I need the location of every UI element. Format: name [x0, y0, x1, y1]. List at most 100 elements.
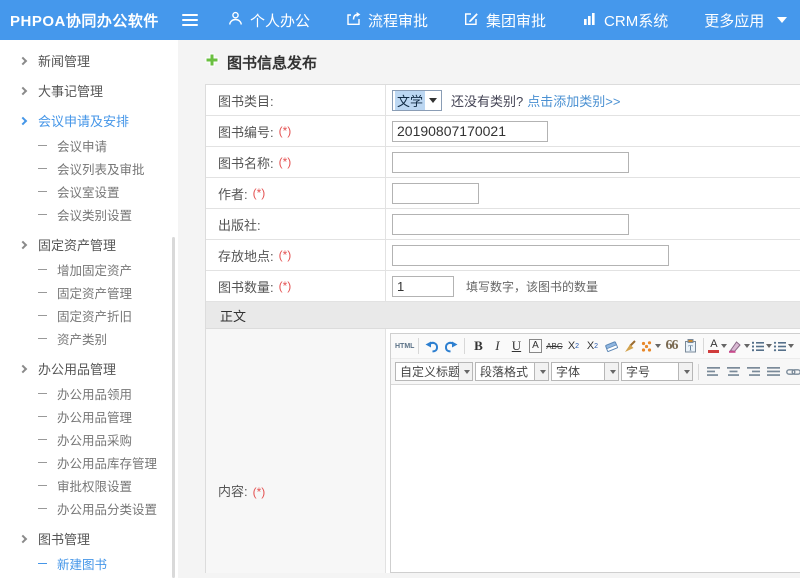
italic-icon[interactable]: I — [488, 336, 506, 356]
dash-icon — [38, 145, 47, 146]
top-item-label: 集团审批 — [486, 10, 546, 31]
align-right-icon[interactable] — [744, 362, 762, 382]
publisher-label: 出版社: — [218, 215, 261, 234]
publisher-input[interactable] — [392, 214, 629, 235]
quantity-input[interactable] — [392, 276, 454, 297]
form-row-location: 存放地点:(*) — [206, 240, 800, 271]
required-mark: (*) — [253, 485, 266, 499]
sidebar-item-meeting-apply[interactable]: 会议申请 — [0, 134, 178, 157]
caret-down-icon — [788, 344, 794, 348]
sidebar-item-supplies-inventory[interactable]: 办公用品库存管理 — [0, 451, 178, 474]
form-row-category: 图书类目: 文学 还没有类别? 点击添加类别>> — [206, 85, 800, 116]
form-row-content: 内容: (*) HTML — [206, 329, 800, 573]
top-item-personal-office[interactable]: 个人办公 — [228, 10, 310, 31]
sidebar-item-meeting-application[interactable]: 会议申请及安排 — [0, 109, 178, 132]
location-input[interactable] — [392, 245, 669, 266]
add-category-link[interactable]: 点击添加类别>> — [527, 91, 620, 110]
sidebar-item-meeting-room-settings[interactable]: 会议室设置 — [0, 180, 178, 203]
caret-down-icon — [684, 370, 690, 374]
sidebar-item-supplies-requisition[interactable]: 办公用品领用 — [0, 382, 178, 405]
caret-down-icon — [610, 370, 616, 374]
svg-text:T: T — [688, 344, 693, 353]
font-family-combobox[interactable]: 字体 — [551, 362, 619, 381]
align-center-icon[interactable] — [724, 362, 742, 382]
book-name-input[interactable] — [392, 152, 629, 173]
font-color-icon[interactable]: A — [708, 336, 727, 356]
unordered-list-icon[interactable] — [773, 336, 794, 356]
auto-typeset-icon[interactable] — [640, 336, 661, 356]
flow-approval-icon — [346, 11, 361, 30]
top-item-more-apps[interactable]: 更多应用 — [704, 10, 787, 31]
strikethrough-icon[interactable]: ABC — [545, 336, 563, 356]
font-border-icon[interactable]: A — [529, 339, 542, 353]
book-no-label: 图书编号: — [218, 122, 274, 141]
custom-heading-combobox[interactable]: 自定义标题 — [395, 362, 473, 381]
form-row-book-no: 图书编号:(*) — [206, 116, 800, 147]
sidebar-item-meeting-category-settings[interactable]: 会议类别设置 — [0, 203, 178, 226]
ordered-list-icon[interactable] — [751, 336, 772, 356]
html-source-icon[interactable]: HTML — [395, 336, 414, 356]
format-brush-icon[interactable] — [621, 336, 639, 356]
chevron-right-icon — [19, 56, 27, 64]
link-icon[interactable] — [784, 362, 800, 382]
book-no-input[interactable] — [392, 121, 548, 142]
redo-icon[interactable] — [442, 336, 460, 356]
top-item-label: 个人办公 — [250, 10, 310, 31]
sidebar-item-supplies-manage[interactable]: 办公用品管理 — [0, 405, 178, 428]
eraser-icon[interactable] — [602, 336, 620, 356]
sidebar-item-book-management[interactable]: 图书管理 — [0, 527, 178, 550]
dash-icon — [38, 485, 47, 486]
sidebar-item-supplies-purchase[interactable]: 办公用品采购 — [0, 428, 178, 451]
superscript-icon[interactable]: X2 — [564, 336, 582, 356]
sidebar-item-new-book[interactable]: 新建图书 — [0, 552, 178, 575]
required-mark: (*) — [279, 279, 292, 293]
chevron-right-icon — [19, 534, 27, 542]
sidebar-item-add-fixed-asset[interactable]: 增加固定资产 — [0, 258, 178, 281]
sidebar-item-news-management[interactable]: 新闻管理 — [0, 49, 178, 72]
highlight-color-icon[interactable] — [728, 336, 750, 356]
hamburger-menu-icon[interactable] — [182, 11, 198, 29]
sidebar-item-fixed-asset-manage[interactable]: 固定资产管理 — [0, 281, 178, 304]
category-label: 图书类目: — [218, 91, 274, 110]
sidebar-item-asset-category[interactable]: 资产类别 — [0, 327, 178, 350]
font-size-combobox[interactable]: 字号 — [621, 362, 693, 381]
required-mark: (*) — [279, 155, 292, 169]
caret-down-icon — [777, 17, 787, 23]
editor-content-area[interactable] — [391, 385, 800, 572]
author-input[interactable] — [392, 183, 479, 204]
underline-icon[interactable]: U — [507, 336, 525, 356]
content-label: 内容: — [218, 484, 248, 499]
paragraph-format-combobox[interactable]: 段落格式 — [475, 362, 549, 381]
undo-icon[interactable] — [423, 336, 441, 356]
top-item-label: 更多应用 — [704, 10, 764, 31]
section-header-body: 正文 — [206, 302, 800, 329]
subscript-icon[interactable]: X2 — [583, 336, 601, 356]
sidebar-item-approval-permission-settings[interactable]: 审批权限设置 — [0, 474, 178, 497]
sidebar-item-fixed-asset-depreciation[interactable]: 固定资产折旧 — [0, 304, 178, 327]
dash-icon — [38, 508, 47, 509]
book-form: 图书类目: 文学 还没有类别? 点击添加类别>> 图书编号:(*) 图书名称:(… — [205, 84, 800, 573]
chevron-right-icon — [19, 240, 27, 248]
sidebar-item-meeting-list-approval[interactable]: 会议列表及审批 — [0, 157, 178, 180]
top-item-group-approval[interactable]: 集团审批 — [464, 10, 546, 31]
align-left-icon[interactable] — [704, 362, 722, 382]
category-select[interactable]: 文学 — [392, 90, 442, 111]
form-row-book-name: 图书名称:(*) — [206, 147, 800, 178]
top-item-crm-system[interactable]: CRM系统 — [582, 10, 668, 31]
align-justify-icon[interactable] — [764, 362, 782, 382]
quantity-hint: 填写数字，该图书的数量 — [466, 278, 598, 295]
sidebar-scrollbar[interactable] — [172, 237, 175, 578]
editor-toolbar-row2: 自定义标题 段落格式 字体 — [391, 359, 800, 385]
required-mark: (*) — [279, 248, 292, 262]
sidebar-item-milestone-management[interactable]: 大事记管理 — [0, 79, 178, 102]
top-item-flow-approval[interactable]: 流程审批 — [346, 10, 428, 31]
sidebar-item-supplies-category-settings[interactable]: 办公用品分类设置 — [0, 497, 178, 520]
topbar: PHPOA协同办公软件 个人办公 流程审批 集团审批 CRM系统 — [0, 0, 800, 40]
top-item-label: CRM系统 — [604, 10, 668, 31]
dash-icon — [38, 191, 47, 192]
paste-plain-icon[interactable]: T — [681, 336, 699, 356]
blockquote-icon[interactable]: 66 — [662, 336, 680, 356]
sidebar-item-fixed-asset-management[interactable]: 固定资产管理 — [0, 233, 178, 256]
bold-icon[interactable]: B — [469, 336, 487, 356]
sidebar-item-office-supplies-management[interactable]: 办公用品管理 — [0, 357, 178, 380]
